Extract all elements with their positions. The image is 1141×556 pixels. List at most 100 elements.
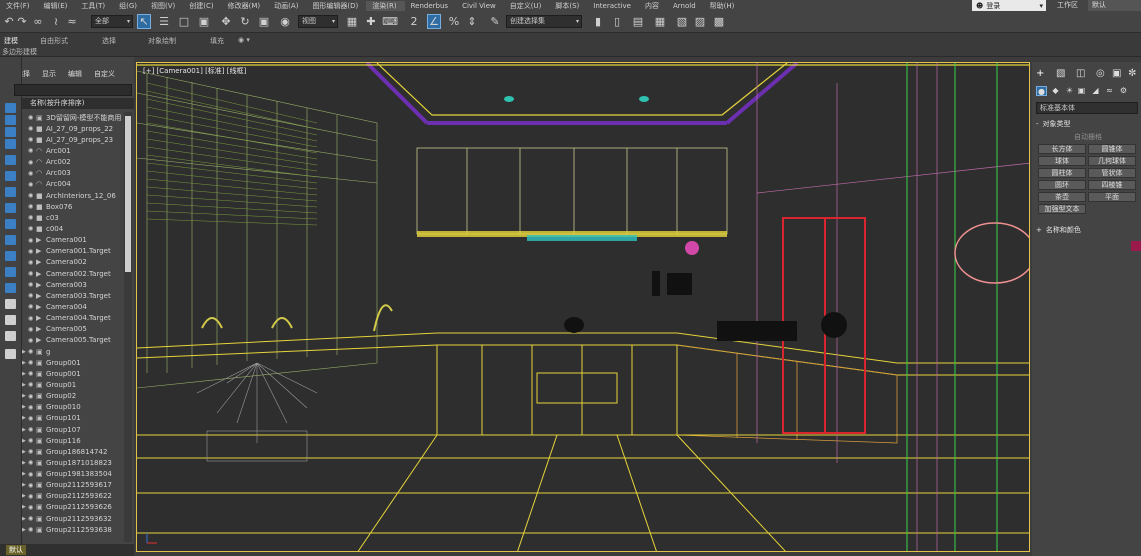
menu-tools[interactable]: 工具(T): [75, 1, 113, 11]
tube-button[interactable]: 管状体: [1088, 168, 1136, 178]
visibility-eye-icon[interactable]: ◉: [28, 404, 36, 411]
list-item[interactable]: ◉ ▶ Camera002.Target: [22, 268, 124, 279]
display-all-icon[interactable]: [5, 127, 16, 137]
menu-customize[interactable]: 自定义(U): [504, 1, 550, 11]
list-item[interactable]: ▶ ◉ ▣ Group2112593617: [22, 480, 124, 491]
layer-manager-icon[interactable]: ▤: [631, 14, 645, 29]
visibility-eye-icon[interactable]: ◉: [28, 493, 36, 500]
list-item[interactable]: ◉ ■ AI_27_09_props_22: [22, 123, 124, 134]
undo-icon[interactable]: ↶: [2, 14, 16, 29]
keyboard-shortcut-icon[interactable]: ⌨: [382, 14, 398, 29]
visibility-eye-icon[interactable]: ◉: [28, 448, 36, 455]
name-color-rollout-header[interactable]: + 名称和颜色: [1036, 224, 1138, 236]
text-plus-button[interactable]: 加强型文本: [1038, 204, 1086, 214]
list-item[interactable]: ◉ ▶ Camera005.Target: [22, 335, 124, 346]
list-item[interactable]: ▶ ◉ ▣ Group02: [22, 391, 124, 402]
list-item[interactable]: ◉ ▶ Camera001.Target: [22, 246, 124, 257]
create-tab-icon[interactable]: +: [1036, 68, 1044, 79]
lights-category-icon[interactable]: ☀: [1064, 86, 1075, 96]
menu-edit[interactable]: 编辑(E): [38, 1, 76, 11]
workspace-dropdown[interactable]: 默认: [1088, 0, 1141, 11]
frozen-filter-icon[interactable]: [5, 315, 16, 325]
scale-icon[interactable]: ▣: [257, 14, 271, 29]
ribbon-tab-freeform[interactable]: 自由形式: [40, 36, 68, 46]
scene-list-scrollbar[interactable]: [124, 112, 132, 542]
visibility-eye-icon[interactable]: ◉: [28, 426, 36, 433]
list-item[interactable]: ◉ ▶ Camera001: [22, 235, 124, 246]
funnel-icon[interactable]: [5, 349, 16, 359]
group-filter-icon[interactable]: [5, 251, 16, 261]
helper-filter-icon[interactable]: [5, 219, 16, 229]
list-item[interactable]: ▶ ◉ ▣ Group107: [22, 424, 124, 435]
menu-views[interactable]: 视图(V): [145, 1, 183, 11]
scene-search-input[interactable]: [14, 84, 132, 96]
menu-renderbus[interactable]: Renderbus: [405, 2, 456, 10]
cylinder-button[interactable]: 圆柱体: [1038, 168, 1086, 178]
visibility-eye-icon[interactable]: ◉: [28, 248, 36, 255]
visibility-eye-icon[interactable]: ◉: [28, 225, 36, 232]
tab-edit[interactable]: 编辑: [68, 69, 82, 79]
container-filter-icon[interactable]: [5, 299, 16, 309]
visibility-eye-icon[interactable]: ◉: [28, 270, 36, 277]
tab-customize[interactable]: 自定义: [94, 69, 115, 79]
display-none-icon[interactable]: [5, 115, 16, 125]
list-item[interactable]: ◉ ■ c004: [22, 223, 124, 234]
visibility-eye-icon[interactable]: ◉: [28, 159, 36, 166]
bone-filter-icon[interactable]: [5, 283, 16, 293]
shapes-category-icon[interactable]: ◆: [1050, 86, 1061, 96]
angle-snap-icon[interactable]: ∠: [427, 14, 441, 29]
list-item[interactable]: ◉ ◠ Arc004: [22, 179, 124, 190]
spinner-snap-icon[interactable]: ⇕: [465, 14, 479, 29]
utilities-tab-icon[interactable]: ✼: [1128, 68, 1136, 79]
systems-category-icon[interactable]: ⚙: [1118, 86, 1129, 96]
geometry-filter-icon[interactable]: [5, 155, 16, 165]
move-icon[interactable]: ✥: [219, 14, 233, 29]
list-item[interactable]: ▶ ◉ ▣ Group101: [22, 413, 124, 424]
percent-snap-icon[interactable]: %: [447, 14, 461, 29]
visibility-eye-icon[interactable]: ◉: [28, 482, 36, 489]
list-item[interactable]: ▶ ◉ ▣ Group01: [22, 379, 124, 390]
visibility-eye-icon[interactable]: ◉: [28, 281, 36, 288]
reference-coord-dropdown[interactable]: 视图 ▾: [298, 15, 338, 28]
visibility-eye-icon[interactable]: ◉: [28, 515, 36, 522]
list-item[interactable]: ▶ ◉ ▣ Group2112593632: [22, 513, 124, 524]
menu-interactive[interactable]: Interactive: [587, 2, 639, 10]
list-item[interactable]: ▶ ◉ ▣ Group116: [22, 435, 124, 446]
list-item[interactable]: ◉ ▶ Camera003: [22, 279, 124, 290]
visibility-eye-icon[interactable]: ◉: [28, 326, 36, 333]
layer-tag[interactable]: 默认: [6, 545, 26, 555]
visibility-eye-icon[interactable]: ◉: [28, 348, 36, 355]
select-tool-icon[interactable]: [5, 103, 16, 113]
visibility-eye-icon[interactable]: ◉: [28, 437, 36, 444]
list-item[interactable]: ▶ ◉ ▣ Group1981383504: [22, 469, 124, 480]
category-dropdown[interactable]: 标准基本体: [1036, 102, 1138, 114]
xref-filter-icon[interactable]: [5, 267, 16, 277]
mirror-icon[interactable]: ▮: [591, 14, 605, 29]
visibility-eye-icon[interactable]: ◉: [28, 370, 36, 377]
edit-named-selection-icon[interactable]: ✎: [488, 14, 502, 29]
spacewarps-category-icon[interactable]: ≈: [1104, 86, 1115, 96]
geometry-category-icon[interactable]: ●: [1036, 86, 1047, 96]
menu-animation[interactable]: 动画(A): [268, 1, 306, 11]
list-item[interactable]: ◉ ◠ Arc003: [22, 168, 124, 179]
visibility-eye-icon[interactable]: ◉: [28, 147, 36, 154]
autogrid-checkbox[interactable]: 自动栅格: [1074, 132, 1102, 142]
selection-filter-dropdown[interactable]: 全部 ▾: [91, 15, 133, 28]
visibility-eye-icon[interactable]: ◉: [28, 359, 36, 366]
window-crossing-icon[interactable]: ▣: [197, 14, 211, 29]
camera-filter-icon[interactable]: [5, 203, 16, 213]
geosphere-button[interactable]: 几何球体: [1088, 156, 1136, 166]
menu-rendering[interactable]: 渲染(R): [366, 0, 405, 11]
camera-viewport[interactable]: [+] [Camera001] [标准] [线框]: [136, 62, 1030, 552]
display-tab-icon[interactable]: ▣: [1112, 68, 1121, 79]
list-item[interactable]: ▶ ◉ ▣ Group010: [22, 402, 124, 413]
menu-graph-editors[interactable]: 图形编辑器(D): [306, 1, 366, 11]
list-item[interactable]: ◉ ▶ Camera002: [22, 257, 124, 268]
list-item[interactable]: ▶ ◉ ▣ g: [22, 346, 124, 357]
list-item[interactable]: ▶ ◉ ▣ Group186814742: [22, 446, 124, 457]
ribbon-tab-modeling[interactable]: 建模: [4, 36, 18, 46]
pivot-center-icon[interactable]: ▦: [345, 14, 359, 29]
rect-selection-icon[interactable]: □: [177, 14, 191, 29]
list-item[interactable]: ◉ ◠ Arc001: [22, 145, 124, 156]
list-item[interactable]: ◉ ▣ 3D留留网-模型不能商用: [22, 112, 124, 123]
